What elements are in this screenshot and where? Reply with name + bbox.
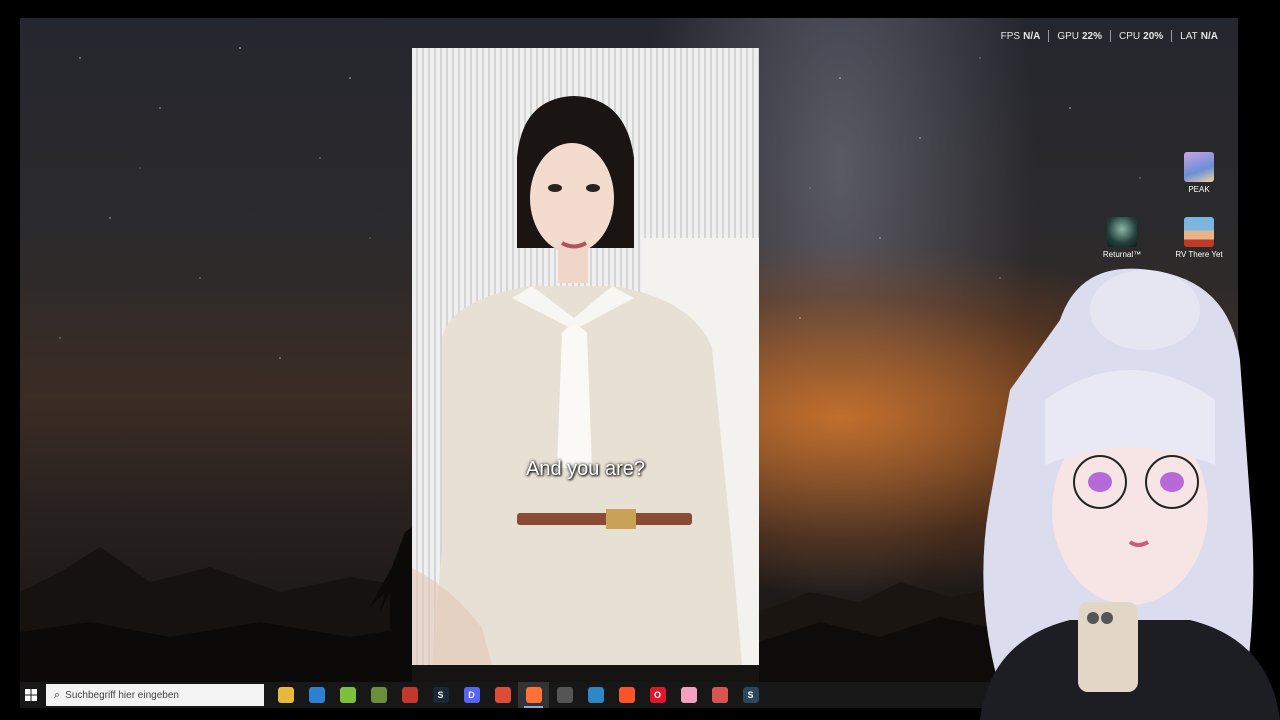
desktop-icon-label: PEAK (1188, 185, 1210, 194)
brave-icon (618, 687, 635, 703)
tool-app-icon (711, 687, 728, 703)
ms-store-icon (308, 687, 325, 703)
vtuber-avatar (980, 268, 1280, 720)
pink-app-icon (680, 687, 697, 703)
minecraft-icon (370, 687, 387, 703)
taskbar-app-button[interactable] (332, 682, 363, 708)
peak-icon (1184, 152, 1214, 182)
taskbar-app-button[interactable] (394, 682, 425, 708)
taskbar-app-button[interactable]: S (425, 682, 456, 708)
firefox-icon (525, 687, 542, 703)
cpu-stat: CPU 20% (1119, 30, 1164, 42)
rv-there-yet-icon (1184, 217, 1214, 247)
steam-alt-icon: S (742, 687, 759, 703)
vpn-icon (587, 687, 604, 703)
returnal-icon (1107, 217, 1137, 247)
taskbar-app-button[interactable]: D (456, 682, 487, 708)
taskbar-app-button[interactable] (363, 682, 394, 708)
opera-icon: O (649, 687, 666, 703)
taskbar-app-button[interactable]: S (735, 682, 766, 708)
taskbar-app-button[interactable] (487, 682, 518, 708)
taskbar-app-button[interactable] (270, 682, 301, 708)
dashboard-icon (556, 687, 573, 703)
taskbar-search-box[interactable]: ⌕ Suchbegriff hier eingeben (46, 684, 264, 706)
android-app-icon (339, 687, 356, 703)
lat-stat: LAT N/A (1180, 30, 1218, 42)
taskbar-app-button[interactable] (518, 682, 549, 708)
steam-icon: S (432, 687, 449, 703)
taskbar-app-button[interactable] (301, 682, 332, 708)
video-subtitle: And you are? (526, 458, 645, 480)
gpu-stat: GPU 22% (1057, 30, 1103, 42)
search-icon: ⌕ (54, 688, 61, 701)
fps-stat: FPS N/A (1000, 30, 1041, 42)
performance-overlay: FPS N/A GPU 22% CPU 20% LAT N/A (993, 30, 1226, 42)
video-frame (412, 48, 759, 665)
taskbar-app-button[interactable] (580, 682, 611, 708)
file-explorer-icon (277, 687, 294, 703)
taskbar-pinned-apps: SDOS (270, 682, 766, 708)
taskbar-app-button[interactable] (673, 682, 704, 708)
video-player[interactable]: And you are? (412, 48, 759, 665)
notes-app-icon (401, 687, 418, 703)
discord-icon: D (463, 687, 480, 703)
search-placeholder: Suchbegriff hier eingeben (65, 689, 179, 701)
chrome-icon (494, 687, 511, 703)
desktop-icon-peak[interactable]: PEAK (1170, 152, 1228, 194)
start-button[interactable] (20, 682, 42, 708)
windows-icon (25, 689, 37, 701)
taskbar-app-button[interactable]: O (642, 682, 673, 708)
taskbar-app-button[interactable] (611, 682, 642, 708)
taskbar-app-button[interactable] (549, 682, 580, 708)
taskbar-app-button[interactable] (704, 682, 735, 708)
